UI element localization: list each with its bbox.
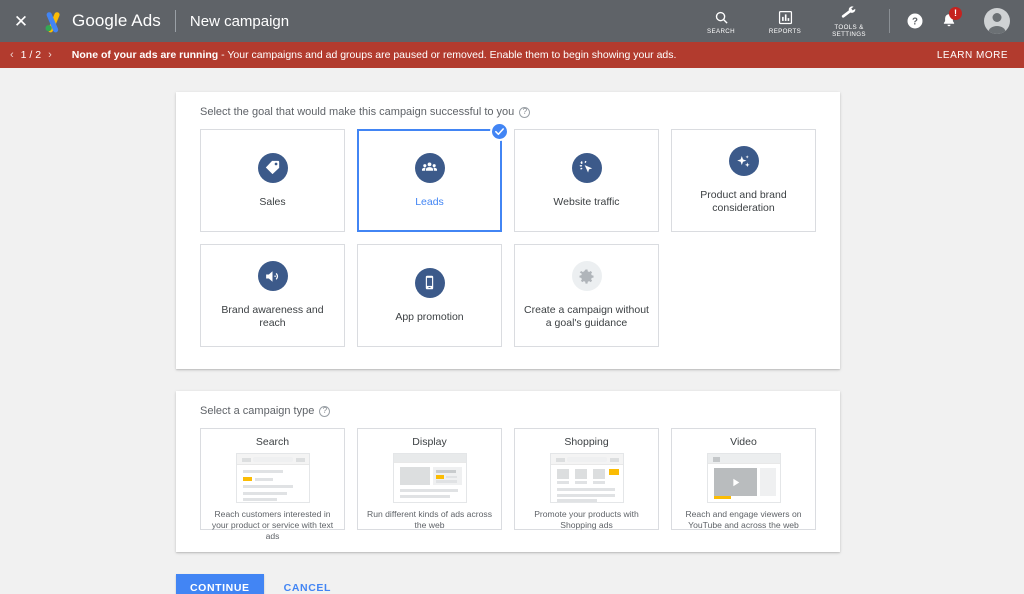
help-button[interactable]: ? — [898, 4, 932, 38]
search-results-mock — [235, 453, 310, 503]
goal-card-product-brand-consideration[interactable]: Product and brand consideration — [671, 129, 816, 232]
banner-headline: None of your ads are running — [71, 49, 219, 61]
campaign-type-description: Reach customers interested in your produ… — [211, 509, 334, 541]
campaign-type-title: Search — [255, 436, 290, 448]
page-title: New campaign — [189, 12, 290, 30]
toolbar-tools-settings[interactable]: TOOLS & SETTINGS — [817, 4, 881, 38]
chevron-left-icon[interactable]: ‹ — [10, 49, 14, 61]
banner-learn-more-link[interactable]: LEARN MORE — [937, 50, 1008, 61]
campaign-type-card-search[interactable]: Search Reach customers interested in you… — [200, 428, 345, 541]
campaign-type-card-shopping[interactable]: Shopping Promote your products with Shop… — [514, 428, 659, 530]
goal-section-header: Select the goal that would make this cam… — [200, 106, 816, 118]
goal-selection-panel: Select the goal that would make this cam… — [176, 92, 840, 369]
goal-section-heading: Select the goal that would make this cam… — [200, 106, 515, 118]
play-icon — [732, 478, 739, 487]
goal-label: Product and brand consideration — [700, 189, 787, 214]
notifications-badge: ! — [949, 7, 962, 20]
goal-label: Sales — [259, 195, 286, 208]
toolbar-divider — [889, 9, 890, 33]
campaign-type-grid: Search Reach customers interested in you… — [200, 428, 816, 541]
sparkle-icon — [728, 146, 759, 176]
goal-label: Leads — [415, 195, 444, 208]
top-app-bar: ✕ Google Ads New campaign SEARCH REPORTS — [0, 0, 1024, 42]
campaign-type-description: Reach and engage viewers on YouTube and … — [685, 509, 802, 530]
form-actions: CONTINUE CANCEL — [176, 574, 1024, 594]
shopping-grid-mock — [549, 453, 624, 503]
help-circle-icon: ? — [907, 13, 923, 29]
banner-message: None of your ads are running - Your camp… — [72, 49, 677, 61]
video-player-mock — [706, 453, 781, 503]
toolbar-tools-settings-label: TOOLS & SETTINGS — [832, 24, 866, 38]
goal-grid: Sales Leads Website traffic Product and … — [200, 122, 816, 347]
goal-label: Create a campaign without a goal's guida… — [524, 304, 649, 329]
help-circle-icon[interactable]: ? — [519, 106, 531, 118]
reports-bar-chart-icon — [778, 8, 793, 25]
goal-label: App promotion — [395, 310, 464, 323]
alert-banner: ‹ 1 / 2 › None of your ads are running -… — [0, 42, 1024, 68]
goal-card-brand-awareness[interactable]: Brand awareness and reach — [200, 244, 345, 347]
campaign-type-description: Run different kinds of ads across the we… — [367, 509, 492, 530]
goal-card-sales[interactable]: Sales — [200, 129, 345, 232]
close-icon[interactable]: ✕ — [10, 10, 32, 32]
people-group-icon — [414, 152, 445, 183]
toolbar-reports-label: REPORTS — [768, 27, 802, 35]
google-ads-logo — [45, 12, 60, 33]
campaign-type-title: Display — [412, 436, 447, 448]
campaign-type-card-display[interactable]: Display Run different kinds of ads acros… — [357, 428, 502, 530]
display-banner-mock — [392, 453, 467, 503]
svg-text:?: ? — [912, 16, 918, 27]
campaign-type-title: Video — [730, 436, 757, 448]
speaker-icon — [257, 261, 288, 291]
cursor-click-icon — [571, 152, 602, 183]
check-circle-icon — [490, 122, 509, 141]
chevron-right-icon[interactable]: › — [48, 49, 52, 61]
goal-card-no-guidance[interactable]: Create a campaign without a goal's guida… — [514, 244, 659, 347]
banner-detail: - Your campaigns and ad groups are pause… — [218, 49, 677, 61]
goal-label: Website traffic — [553, 195, 620, 208]
goal-grid-empty-cell — [671, 244, 816, 347]
toolbar-search-label: SEARCH — [707, 27, 735, 35]
gear-icon — [571, 261, 602, 291]
header-divider — [174, 10, 176, 32]
type-section-header: Select a campaign type ? — [200, 405, 816, 417]
toolbar-search[interactable]: SEARCH — [689, 8, 753, 35]
goal-card-website-traffic[interactable]: Website traffic — [514, 129, 659, 232]
notifications-button[interactable]: ! — [932, 4, 966, 38]
campaign-type-description: Promote your products with Shopping ads — [534, 509, 639, 530]
banner-pager: ‹ 1 / 2 › — [10, 49, 52, 61]
mobile-phone-icon — [414, 267, 445, 298]
brand-name: Google Ads — [72, 11, 161, 30]
goal-label: Brand awareness and reach — [221, 304, 324, 329]
account-avatar-icon[interactable] — [984, 8, 1010, 34]
search-icon — [714, 8, 729, 25]
campaign-type-title: Shopping — [564, 436, 609, 448]
main-content: Select the goal that would make this cam… — [0, 68, 1024, 594]
price-tag-icon — [257, 152, 288, 183]
toolbar-reports[interactable]: REPORTS — [753, 8, 817, 35]
continue-button[interactable]: CONTINUE — [176, 574, 264, 594]
banner-counter: 1 / 2 — [20, 49, 42, 61]
type-section-heading: Select a campaign type — [200, 405, 315, 417]
cancel-button[interactable]: CANCEL — [278, 574, 337, 594]
goal-card-leads[interactable]: Leads — [357, 122, 509, 232]
goal-card-app-promotion[interactable]: App promotion — [357, 244, 502, 347]
campaign-type-panel: Select a campaign type ? Search Reach cu… — [176, 391, 840, 552]
wrench-icon — [841, 4, 857, 21]
campaign-type-card-video[interactable]: Video Reach and engage viewers on YouTub… — [671, 428, 816, 530]
help-circle-icon[interactable]: ? — [319, 405, 331, 417]
